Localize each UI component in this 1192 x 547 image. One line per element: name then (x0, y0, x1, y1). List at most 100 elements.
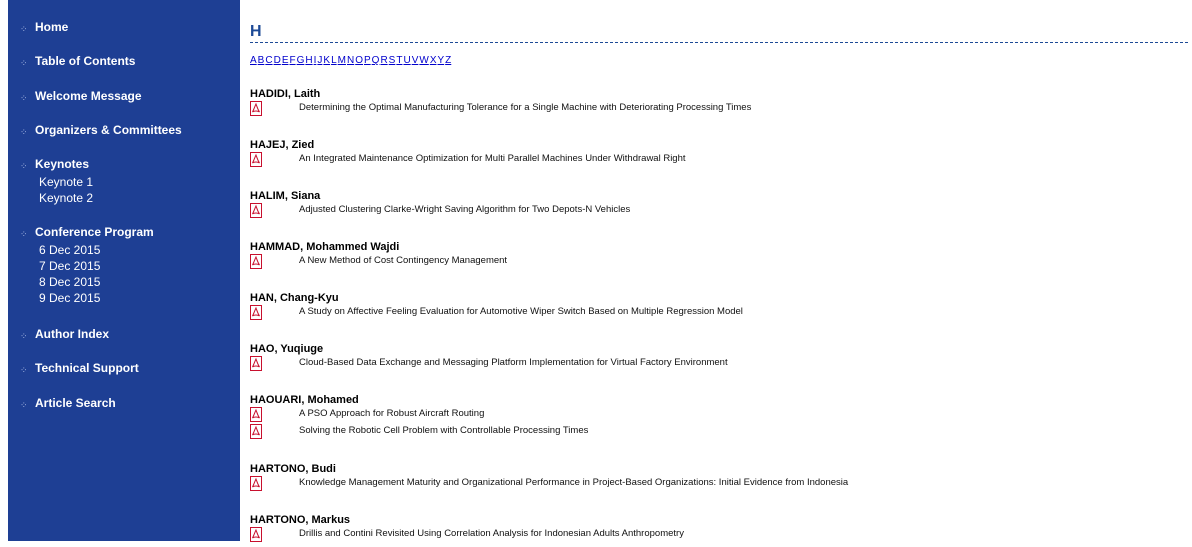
letter-link-r[interactable]: R (380, 55, 387, 66)
nav-group-author-index: ⁘ Author Index (8, 324, 240, 344)
letter-link-t[interactable]: T (396, 55, 402, 66)
pdf-icon[interactable] (250, 356, 262, 371)
dots-bullet-icon: ⁘ (20, 229, 28, 239)
nav-technical-support[interactable]: ⁘ Technical Support (8, 358, 240, 378)
author-entry: HALIM, Siana Adjusted Clustering Clarke-W… (250, 190, 1190, 219)
nav-label: Author Index (35, 327, 109, 341)
page-title: H (250, 22, 1188, 43)
author-name: HADIDI, Laith (250, 88, 321, 100)
pdf-icon[interactable] (250, 152, 262, 167)
paper-row: A Study on Affective Feeling Evaluation … (250, 304, 1190, 321)
pdf-icon[interactable] (250, 424, 262, 439)
author-entry: HAOUARI, Mohamed A PSO Approach for Robus… (250, 394, 1190, 440)
nav-keynote-2[interactable]: Keynote 2 (8, 190, 240, 206)
author-entry: HAO, Yuqiuge Cloud-Based Data Exchange an… (250, 343, 1190, 372)
nav-author-index[interactable]: ⁘ Author Index (8, 324, 240, 344)
pdf-icon[interactable] (250, 101, 262, 116)
paper-title: Solving the Robotic Cell Problem with Co… (299, 425, 589, 436)
paper-row: A PSO Approach for Robust Aircraft Routi… (250, 406, 1190, 423)
nav-program-day-1[interactable]: 6 Dec 2015 (8, 242, 240, 258)
letter-link-i[interactable]: I (314, 55, 317, 66)
letter-link-h[interactable]: H (305, 55, 312, 66)
nav-group-program: ⁘ Conference Program 6 Dec 2015 7 Dec 201… (8, 222, 240, 306)
author-entry: HARTONO, Budi Knowledge Management Maturi… (250, 463, 1190, 492)
letter-link-o[interactable]: O (355, 55, 363, 66)
author-entry: HARTONO, Markus Drillis and Contini Revis… (250, 514, 1190, 543)
nav-keynotes[interactable]: ⁘ Keynotes (8, 154, 240, 174)
nav-article-search[interactable]: ⁘ Article Search (8, 393, 240, 413)
nav-label: Table of Contents (35, 54, 136, 68)
paper-row: Solving the Robotic Cell Problem with Co… (250, 423, 1190, 440)
dots-bullet-icon: ⁘ (20, 400, 28, 410)
author-entry: HAJEJ, Zied An Integrated Maintenance Opt… (250, 139, 1190, 168)
paper-title: A Study on Affective Feeling Evaluation … (299, 306, 743, 317)
nav-label: Conference Program (35, 225, 154, 239)
alphabet-nav: ABCDEFGHIJKLMNOPQRSTUVWXYZ (250, 55, 452, 66)
letter-link-f[interactable]: F (289, 55, 295, 66)
author-name: HAMMAD, Mohammed Wajdi (250, 241, 400, 253)
paper-title: An Integrated Maintenance Optimization f… (299, 153, 686, 164)
author-name: HAN, Chang-Kyu (250, 292, 339, 304)
nav-label: Article Search (35, 396, 116, 410)
dots-bullet-icon: ⁘ (20, 93, 28, 103)
pdf-icon[interactable] (250, 407, 262, 422)
letter-link-a[interactable]: A (250, 55, 257, 66)
nav-label: Home (35, 20, 69, 34)
letter-link-l[interactable]: L (331, 55, 337, 66)
author-entry: HADIDI, Laith Determining the Optimal Man… (250, 88, 1190, 117)
paper-title: A New Method of Cost Contingency Managem… (299, 255, 508, 266)
nav-table-of-contents[interactable]: ⁘ Table of Contents (8, 51, 240, 71)
paper-row: Knowledge Management Maturity and Organi… (250, 475, 1190, 492)
pdf-icon[interactable] (250, 254, 262, 269)
letter-link-m[interactable]: M (338, 55, 346, 66)
nav-keynote-1[interactable]: Keynote 1 (8, 174, 240, 190)
nav-home[interactable]: ⁘ Home (8, 17, 240, 37)
paper-title: Determining the Optimal Manufacturing To… (299, 102, 752, 113)
author-name: HARTONO, Markus (250, 514, 351, 526)
nav-label: Keynotes (35, 157, 90, 171)
letter-link-b[interactable]: B (258, 55, 265, 66)
sidebar: ⁘ Home ⁘ Table of Contents ⁘ Welcome Messag… (8, 0, 240, 541)
author-name: HAO, Yuqiuge (250, 343, 324, 355)
nav-group-home: ⁘ Home (8, 17, 240, 37)
letter-link-v[interactable]: V (412, 55, 419, 66)
letter-link-n[interactable]: N (347, 55, 354, 66)
pdf-icon[interactable] (250, 203, 262, 218)
letter-link-w[interactable]: W (419, 55, 428, 66)
nav-program-day-3[interactable]: 8 Dec 2015 (8, 274, 240, 290)
pdf-icon[interactable] (250, 527, 262, 542)
letter-link-k[interactable]: K (323, 55, 330, 66)
letter-link-q[interactable]: Q (372, 55, 380, 66)
letter-link-z[interactable]: Z (445, 55, 451, 66)
letter-link-x[interactable]: X (430, 55, 437, 66)
letter-link-g[interactable]: G (297, 55, 305, 66)
nav-conference-program[interactable]: ⁘ Conference Program (8, 222, 240, 242)
paper-row: An Integrated Maintenance Optimization f… (250, 151, 1190, 168)
pdf-icon[interactable] (250, 305, 262, 320)
dots-bullet-icon: ⁘ (20, 58, 28, 68)
paper-row: Adjusted Clustering Clarke-Wright Saving… (250, 202, 1190, 219)
letter-link-u[interactable]: U (403, 55, 410, 66)
nav-welcome-message[interactable]: ⁘ Welcome Message (8, 86, 240, 106)
letter-link-c[interactable]: C (265, 55, 272, 66)
nav-group-keynotes: ⁘ Keynotes Keynote 1 Keynote 2 (8, 154, 240, 206)
nav-label: Welcome Message (35, 89, 142, 103)
author-entry: HAN, Chang-Kyu A Study on Affective Feeli… (250, 292, 1190, 321)
letter-link-s[interactable]: S (389, 55, 396, 66)
paper-row: A New Method of Cost Contingency Managem… (250, 253, 1190, 270)
nav-label: Organizers & Committees (35, 123, 182, 137)
nav-program-day-4[interactable]: 9 Dec 2015 (8, 290, 240, 306)
paper-row: Drillis and Contini Revisited Using Corr… (250, 526, 1190, 543)
letter-link-e[interactable]: E (282, 55, 289, 66)
letter-link-j[interactable]: J (317, 55, 322, 66)
nav-organizers-committees[interactable]: ⁘ Organizers & Committees (8, 120, 240, 140)
nav-program-day-2[interactable]: 7 Dec 2015 (8, 258, 240, 274)
author-name: HARTONO, Budi (250, 463, 336, 475)
letter-link-y[interactable]: Y (437, 55, 444, 66)
dots-bullet-icon: ⁘ (20, 161, 28, 171)
nav-group-welcome: ⁘ Welcome Message (8, 86, 240, 106)
letter-link-p[interactable]: P (364, 55, 371, 66)
pdf-icon[interactable] (250, 476, 262, 491)
letter-link-d[interactable]: D (274, 55, 281, 66)
nav-label: Technical Support (35, 361, 139, 375)
